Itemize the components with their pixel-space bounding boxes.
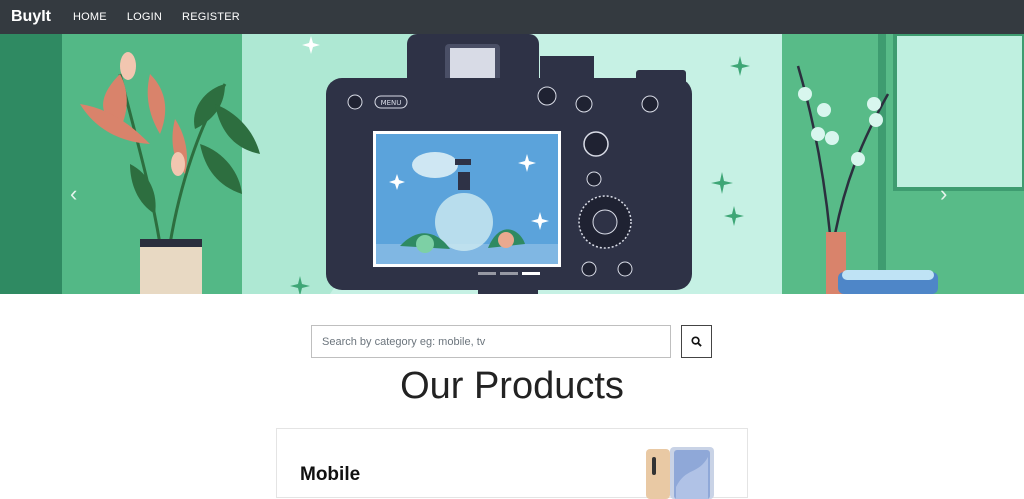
search-bar — [311, 325, 712, 358]
product-card-title: Mobile — [300, 464, 361, 485]
navbar: BuyIt HOME LOGIN REGISTER — [0, 0, 1024, 34]
carousel-indicators — [478, 272, 540, 275]
search-button[interactable] — [681, 325, 712, 358]
page-title: Our Products — [400, 365, 624, 407]
hero-illustration: MENU — [0, 34, 1024, 294]
nav-link-register[interactable]: REGISTER — [182, 11, 240, 23]
carousel-indicator-3[interactable] — [522, 272, 540, 275]
nav-link-home[interactable]: HOME — [73, 11, 107, 23]
search-input[interactable] — [311, 325, 671, 358]
search-icon — [691, 336, 702, 347]
product-phone-image — [646, 447, 714, 499]
carousel-indicator-2[interactable] — [500, 272, 518, 275]
carousel-prev-icon[interactable]: ‹ — [70, 183, 77, 205]
carousel-next-icon[interactable]: › — [940, 183, 947, 205]
hero-carousel: MENU ‹ › — [0, 34, 1024, 294]
brand-logo[interactable]: BuyIt — [11, 8, 51, 26]
nav-link-login[interactable]: LOGIN — [127, 11, 162, 23]
product-card[interactable]: Mobile — [276, 428, 748, 499]
camera-menu-label: MENU — [381, 99, 402, 107]
carousel-indicator-1[interactable] — [478, 272, 496, 275]
